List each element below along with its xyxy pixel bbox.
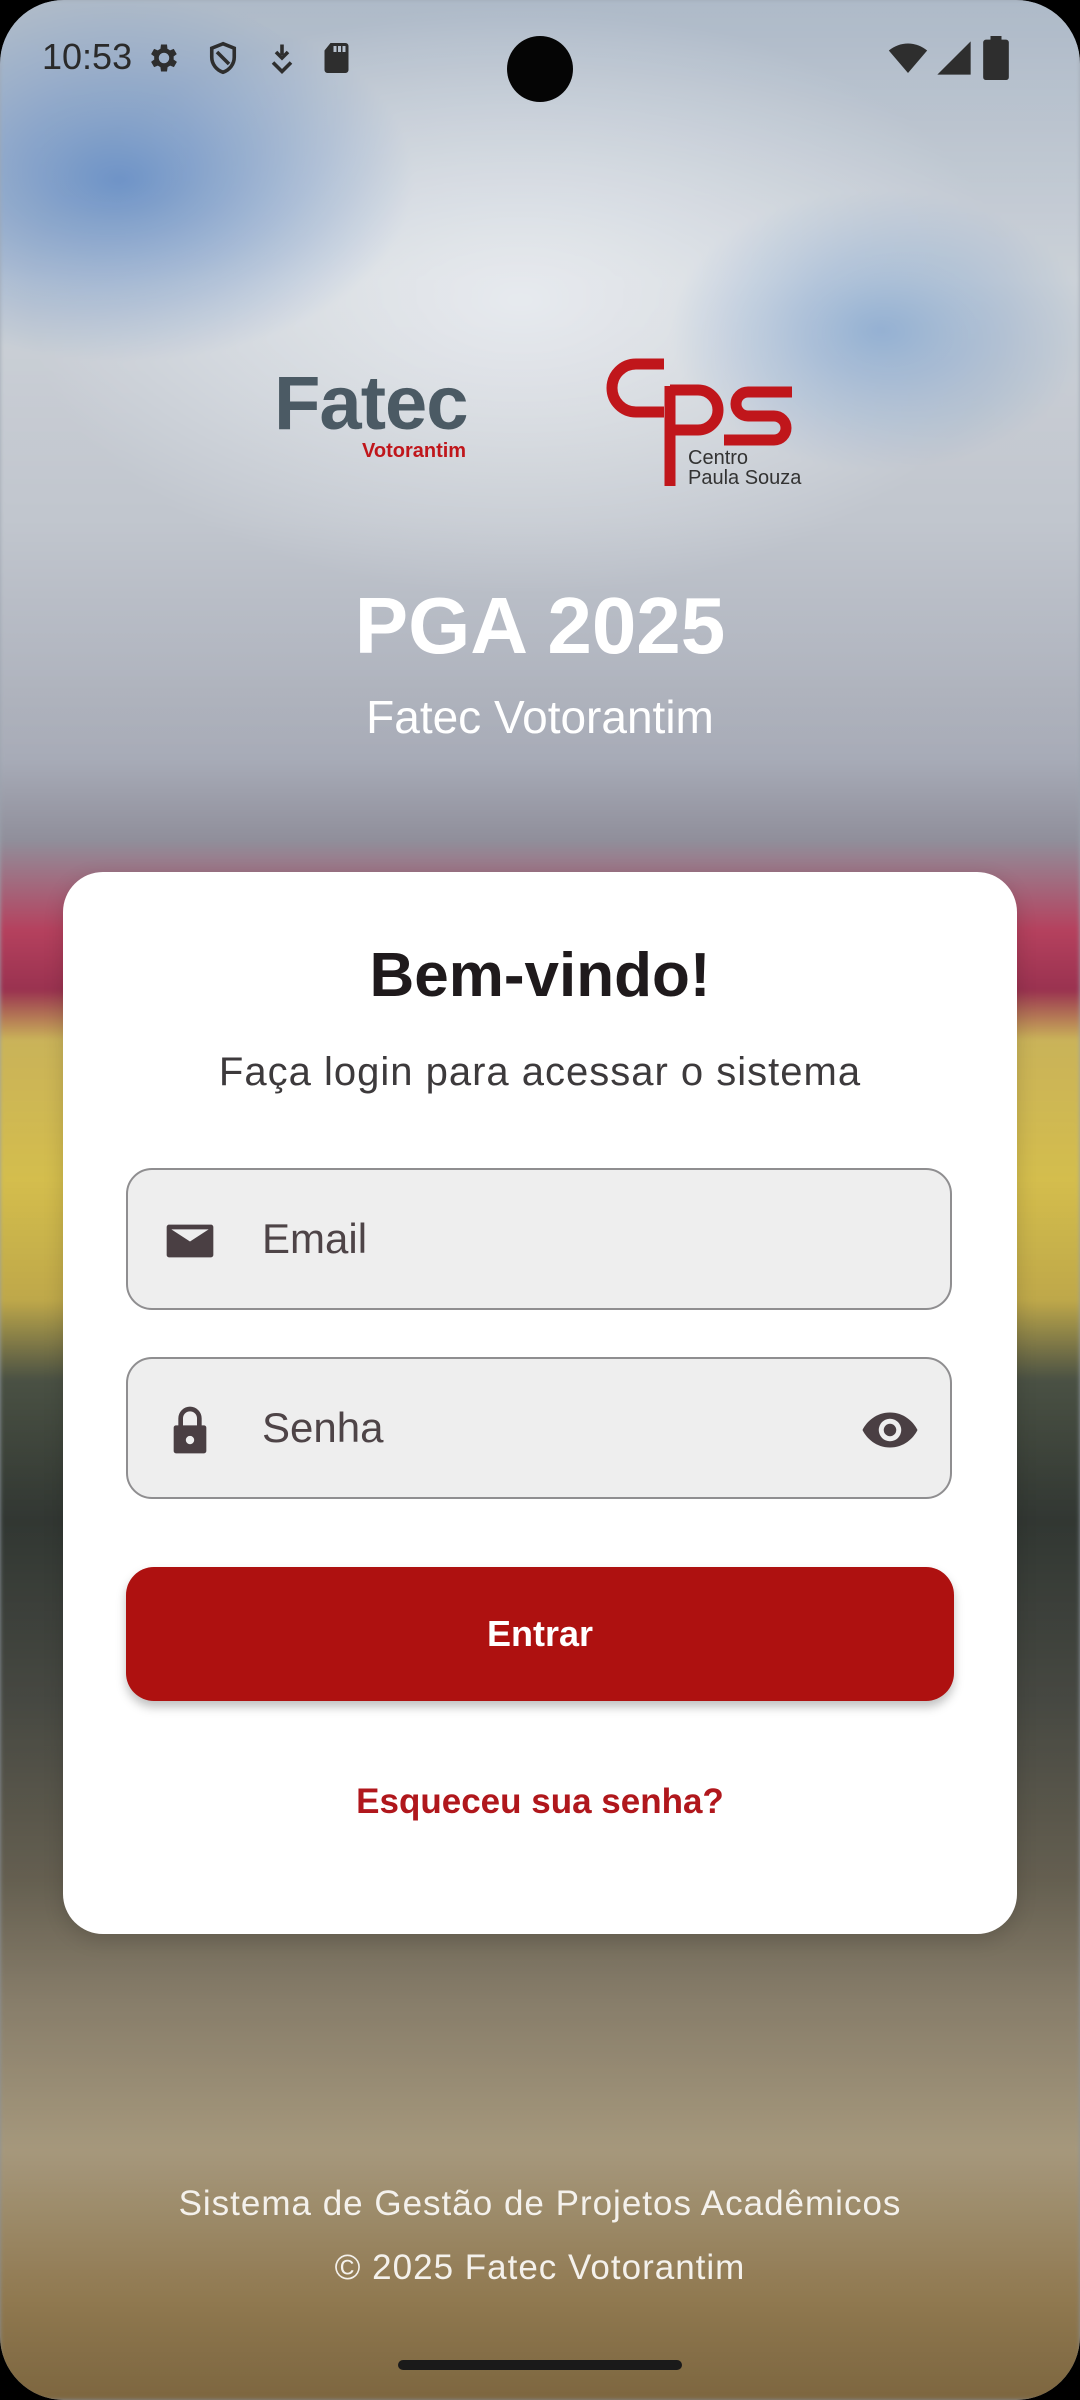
app-title: PGA 2025 <box>354 581 726 670</box>
cps-logo-line1: Centro <box>688 447 748 469</box>
wifi-icon <box>888 43 928 73</box>
fatec-logo: Fatec Votorantim <box>270 360 490 470</box>
login-card: Bem-vindo! Faça login para acessar o sis… <box>63 872 1017 1934</box>
app-screen: 10:53 Fatec Votorantim Centro Paula Souz… <box>0 0 1080 2400</box>
password-input[interactable] <box>262 1359 822 1497</box>
email-field[interactable] <box>126 1168 952 1310</box>
fatec-logo-word: Fatec <box>274 361 469 446</box>
settings-icon <box>151 44 177 72</box>
app-subtitle: Fatec Votorantim <box>366 691 714 743</box>
lock-icon <box>173 1406 207 1454</box>
mail-icon <box>166 1224 214 1258</box>
camera-cutout <box>507 36 573 102</box>
fatec-logo-subtext: Votorantim <box>362 440 467 462</box>
battery-icon <box>983 36 1009 80</box>
home-indicator[interactable] <box>398 2360 682 2370</box>
forgot-password-link[interactable]: Esqueceu sua senha? <box>63 1782 1017 1822</box>
status-time: 10:53 <box>42 36 133 77</box>
welcome-title: Bem-vindo! <box>369 941 711 1010</box>
password-field[interactable] <box>126 1357 952 1499</box>
shield-icon <box>209 41 237 75</box>
email-input[interactable] <box>262 1170 822 1308</box>
signal-icon <box>937 41 971 75</box>
status-bar: 10:53 <box>0 0 1080 120</box>
login-instructions: Faça login para acessar o sistema <box>218 1050 862 1094</box>
show-password-eye-icon[interactable] <box>860 1400 920 1460</box>
cps-logo-line2: Paula Souza <box>688 467 802 489</box>
footer-copyright: © 2025 Fatec Votorantim <box>334 2248 746 2287</box>
footer-system-name: Sistema de Gestão de Projetos Acadêmicos <box>178 2184 902 2223</box>
cps-logo: Centro Paula Souza <box>606 358 802 489</box>
login-button[interactable]: Entrar <box>126 1567 954 1701</box>
download-arrow-icon <box>271 44 293 75</box>
sd-card-icon <box>324 43 349 73</box>
